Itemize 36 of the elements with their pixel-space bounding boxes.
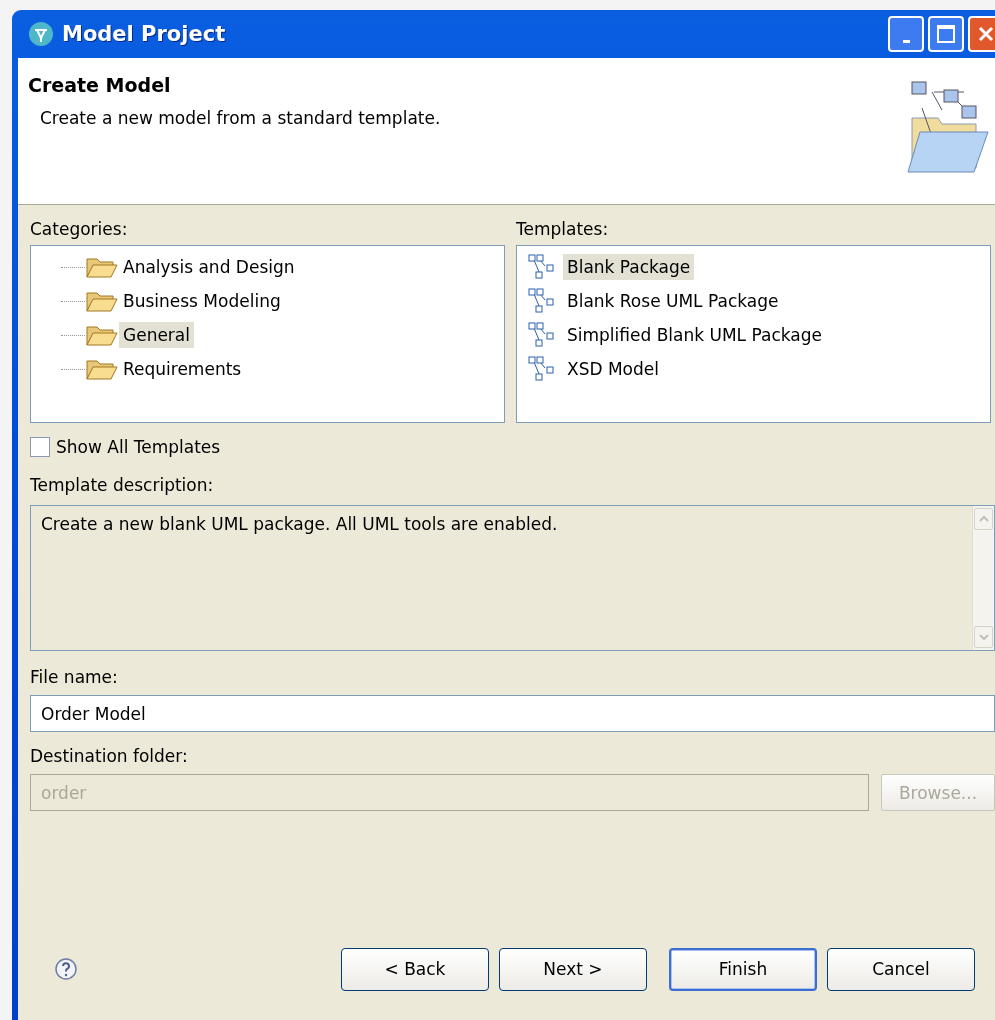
tree-item[interactable]: Analysis and Design: [119, 254, 299, 280]
minimize-icon: [902, 39, 910, 43]
dialog-button[interactable]: Finish: [669, 947, 817, 991]
minimize-button[interactable]: [888, 16, 924, 52]
tree-item[interactable]: Business Modeling: [119, 288, 285, 314]
folder-icon: [85, 255, 119, 279]
folder-icon: [85, 289, 119, 313]
dialog-button[interactable]: < Back: [341, 947, 489, 991]
close-icon: [976, 24, 995, 44]
tree-item[interactable]: Requirements: [119, 356, 246, 382]
app-icon: [28, 21, 54, 47]
destination-folder-label: Destination folder:: [30, 746, 188, 766]
maximize-button[interactable]: [928, 16, 964, 52]
templates-label: Templates:: [516, 219, 609, 239]
dialog-button[interactable]: Next >: [499, 947, 647, 991]
close-button[interactable]: [968, 16, 995, 52]
folder-icon: [85, 323, 119, 347]
maximize-icon: [936, 24, 956, 44]
list-item[interactable]: Simplified Blank UML Package: [563, 322, 826, 348]
description-label: Template description:: [30, 475, 214, 495]
list-item[interactable]: XSD Model: [563, 356, 663, 382]
file-name-label: File name:: [30, 667, 118, 687]
help-icon[interactable]: [54, 957, 78, 981]
file-name-field[interactable]: Order Model: [30, 695, 995, 732]
categories-label: Categories:: [30, 219, 128, 239]
list-item[interactable]: Blank Rose UML Package: [563, 288, 783, 314]
dialog-button[interactable]: Cancel: [827, 947, 975, 991]
tree-item[interactable]: General: [119, 322, 194, 348]
list-item[interactable]: Blank Package: [563, 254, 695, 280]
checkbox-label: Show All Templates: [56, 437, 221, 457]
page-title: Create Model: [28, 74, 171, 96]
page-description: Create a new model from a standard template.: [39, 108, 441, 128]
folder-icon: [85, 357, 119, 381]
description-text: Create a new blank UML package. All UML tools are enabled.: [40, 513, 559, 536]
window-title: Model Project: [62, 22, 226, 46]
checkbox[interactable]: [30, 437, 50, 457]
